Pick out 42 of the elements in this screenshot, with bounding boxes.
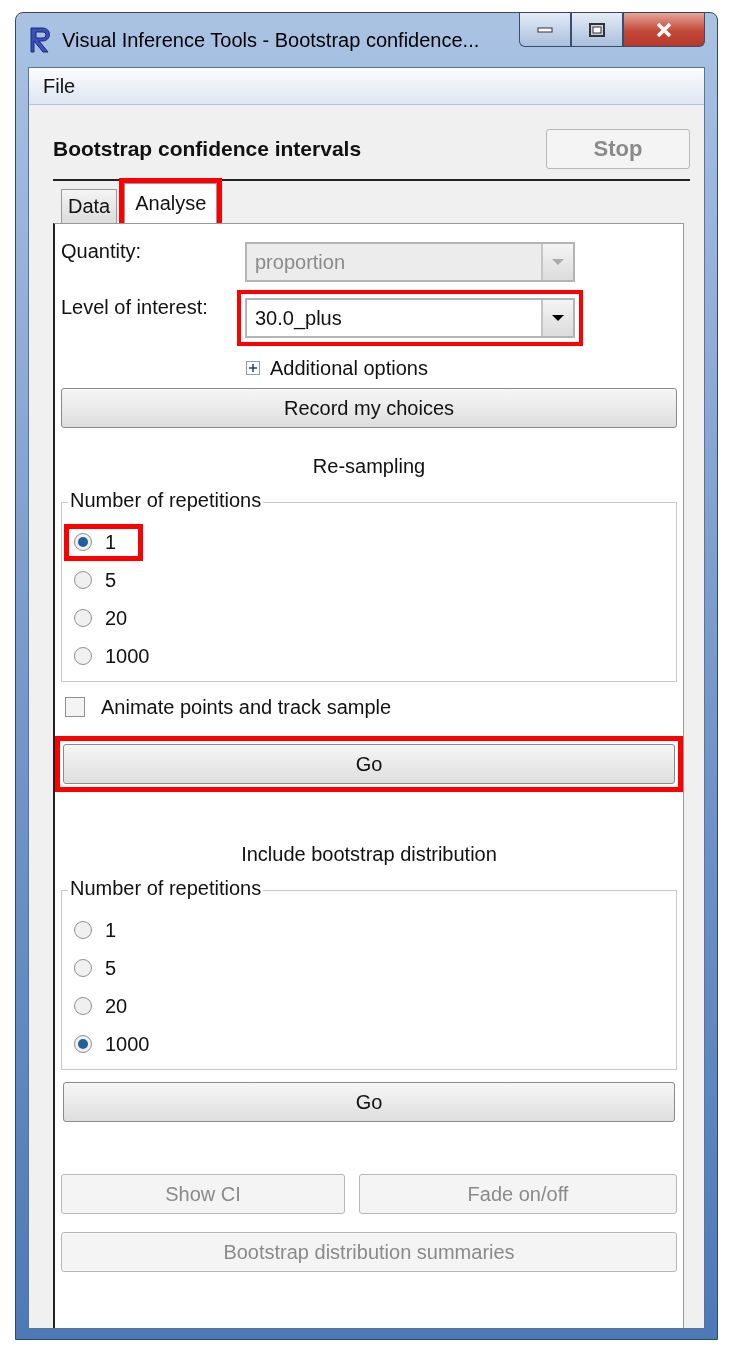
group-label: Number of repetitions [68,877,264,900]
dropdown[interactable]: 30.0_plus [245,298,575,338]
radio-button[interactable] [73,608,93,628]
panel-heading: Bootstrap confidence intervals [53,137,362,161]
radio-label: 20 [105,606,128,630]
close-icon [655,21,673,38]
checkbox-label: Animate points and track sample [101,695,392,719]
section-title: Re-sampling [312,454,426,478]
maximize-button[interactable] [571,13,623,47]
go-button[interactable]: Go [63,744,675,784]
field-label: Level of interest: [61,295,209,319]
menu-item[interactable]: File [43,74,76,98]
radio-button[interactable] [73,920,93,940]
window-title: Visual Inference Tools - Bootstrap confidence... [62,28,480,52]
section-title: Include bootstrap distribution [241,842,497,866]
caret-icon [551,314,565,322]
radio-button[interactable] [73,532,93,552]
options-label: Additional options [270,356,428,380]
radio-label: 1 [105,530,117,554]
maximize-icon [589,22,605,37]
expand-icon[interactable] [246,361,260,375]
radio-label: 1000 [105,644,150,668]
radio-label: 1 [105,918,117,942]
go-button[interactable]: Go [63,1082,675,1122]
record-button[interactable]: Record my choices [61,388,677,428]
radio-label: 5 [105,956,117,980]
radio-label: 1000 [105,1032,150,1056]
caret-icon [551,258,565,266]
radio-button[interactable] [73,570,93,590]
group-label: Number of repetitions [68,489,264,512]
tab[interactable]: Data [61,189,118,223]
checkbox[interactable] [65,697,85,717]
minimize-button[interactable] [519,13,571,47]
close-button[interactable] [623,13,705,47]
radio-label: 5 [105,568,117,592]
field-label: Quantity: [61,239,143,263]
radio-button[interactable] [73,958,93,978]
minimize-icon [537,25,553,34]
radio-button[interactable] [73,646,93,666]
radio-label: 20 [105,994,128,1018]
radio-button[interactable] [73,1034,93,1054]
radio-button[interactable] [73,996,93,1016]
